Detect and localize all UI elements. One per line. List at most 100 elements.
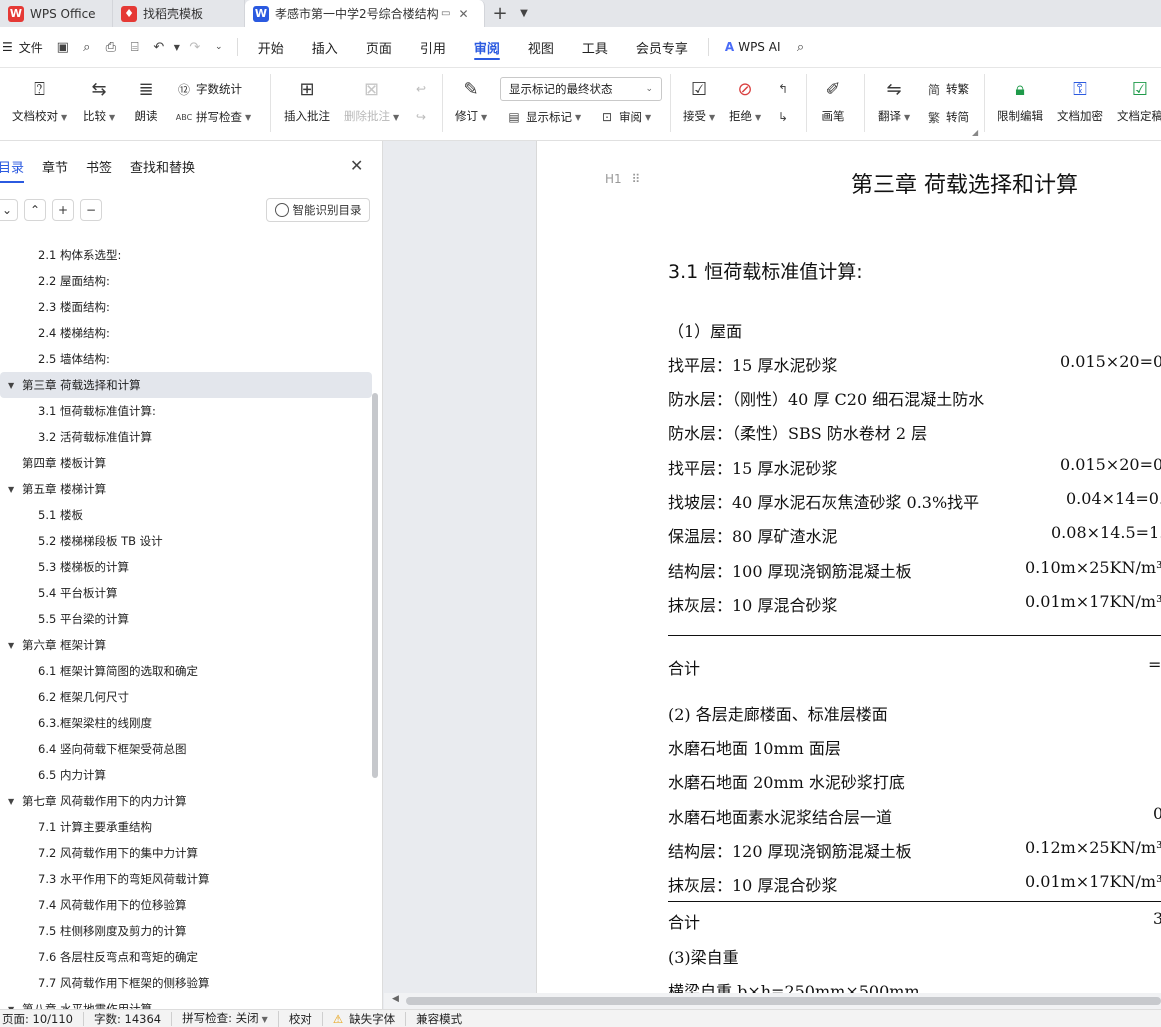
toc-item[interactable]: 第四章 楼板计算 (0, 450, 372, 476)
toc-item[interactable]: ▼ 第三章 荷载选择和计算 (0, 372, 372, 398)
menu-tab-review[interactable]: 审阅 (460, 27, 514, 68)
toc-item[interactable]: ▼ 第五章 楼梯计算 (0, 476, 372, 502)
toc-item[interactable]: ▼ 第八章 水平地震作用计算 (0, 996, 372, 1009)
toc-item[interactable]: 5.1 楼板 (0, 502, 372, 528)
menu-tab-page[interactable]: 页面 (352, 27, 406, 68)
toc-item[interactable]: 2.3 楼面结构: (0, 294, 372, 320)
expand-toggle-icon[interactable]: ▼ (8, 485, 14, 494)
toc-item[interactable]: 2.2 屋面结构: (0, 268, 372, 294)
toc-item[interactable]: 6.3.框架梁柱的线刚度 (0, 710, 372, 736)
toc-item[interactable]: 7.1 计算主要承重结构 (0, 814, 372, 840)
menu-tab-tools[interactable]: 工具 (568, 27, 622, 68)
horizontal-scrollbar[interactable]: ◀ (384, 993, 1161, 1009)
word-count-button[interactable]: ⑫ 字数统计 (175, 80, 242, 98)
encrypt-button[interactable]: ⚿ 文档加密 (1057, 76, 1103, 124)
spell-check-status[interactable]: 拼写检查: 关闭 ▼ (172, 1010, 279, 1027)
toc-item[interactable]: 7.4 风荷载作用下的位移验算 (0, 892, 372, 918)
new-tab-button[interactable]: + (485, 0, 515, 27)
insert-comment-button[interactable]: ⊞ 插入批注 (284, 76, 330, 124)
menu-tab-view[interactable]: 视图 (514, 27, 568, 68)
pen-button[interactable]: ✐ 画笔 (821, 76, 845, 124)
read-aloud-button[interactable]: ≣ 朗读 (134, 76, 158, 124)
nav-tab-chapters[interactable]: 章节 (42, 157, 68, 176)
toc-item[interactable]: 3.2 活荷载标准值计算 (0, 424, 372, 450)
redo-icon[interactable]: ↷ (183, 35, 207, 59)
expand-toggle-icon[interactable]: ▼ (8, 381, 14, 390)
reject-button[interactable]: ⊘ 拒绝 ▼ (729, 76, 761, 124)
print-preview-icon[interactable]: ⌸ (123, 35, 147, 59)
toc-item[interactable]: 2.5 墙体结构: (0, 346, 372, 372)
menu-tab-insert[interactable]: 插入 (298, 27, 352, 68)
toc-item[interactable]: 5.5 平台梁的计算 (0, 606, 372, 632)
toc-item[interactable]: 2.1 构体系选型: (0, 242, 372, 268)
prev-change-icon[interactable]: ↰ (774, 80, 795, 98)
finalize-button[interactable]: ☑ 文档定稿 (1117, 76, 1161, 124)
save-icon[interactable]: ▣ (51, 35, 75, 59)
toc-item[interactable]: 2.4 楼梯结构: (0, 320, 372, 346)
to-traditional-button[interactable]: 简转繁 (925, 80, 969, 98)
toc-item[interactable]: 7.6 各层柱反弯点和弯矩的确定 (0, 944, 372, 970)
word-count-status[interactable]: 字数: 14364 (84, 1011, 173, 1026)
close-tab-icon[interactable]: ✕ (458, 7, 468, 21)
to-simplified-button[interactable]: 繁转简 (925, 108, 969, 126)
expand-toggle-icon[interactable]: ▼ (8, 641, 14, 650)
undo-icon[interactable]: ↶ (147, 35, 171, 59)
ribbon-expand-icon[interactable]: ◢ (972, 128, 978, 137)
proofread-status[interactable]: 校对 (279, 1011, 323, 1026)
tab-document[interactable]: W 孝感市第一中学2号综合楼结构 ▭ ✕ (245, 0, 485, 27)
toc-item[interactable]: 7.3 水平作用下的弯矩风荷载计算 (0, 866, 372, 892)
undo-dropdown-icon[interactable]: ▼ (171, 35, 183, 59)
smart-toc-button[interactable]: 智能识别目录 (266, 198, 370, 222)
compare-button[interactable]: ⇆ 比较 ▼ (83, 76, 115, 124)
nav-tab-bookmarks[interactable]: 书签 (86, 157, 112, 176)
next-change-icon[interactable]: ↳ (774, 108, 795, 126)
toc-item[interactable]: 5.2 楼梯梯段板 TB 设计 (0, 528, 372, 554)
expand-toggle-icon[interactable]: ▼ (8, 797, 14, 806)
collapse-down-button[interactable]: ⌄ (0, 199, 18, 221)
tab-docer-templates[interactable]: ♦ 找稻壳模板 (113, 0, 245, 27)
wps-ai-button[interactable]: A WPS AI (725, 40, 781, 54)
menu-tab-member[interactable]: 会员专享 (622, 27, 702, 68)
toc-item[interactable]: 3.1 恒荷载标准值计算: (0, 398, 372, 424)
drag-handle-icon[interactable]: ⠿ (632, 172, 641, 186)
review-pane-button[interactable]: ⊡ 审阅 ▼ (598, 108, 651, 126)
print-icon[interactable]: ⎙ (99, 35, 123, 59)
nav-scrollbar[interactable] (372, 393, 378, 778)
collapse-level-button[interactable]: − (80, 199, 102, 221)
translate-button[interactable]: ⇋ 翻译 ▼ (878, 76, 910, 124)
more-dropdown-icon[interactable]: ⌄ (207, 35, 231, 59)
toc-item[interactable]: 6.4 竖向荷载下框架受荷总图 (0, 736, 372, 762)
toc-item[interactable]: 7.7 风荷载作用下框架的侧移验算 (0, 970, 372, 996)
toc-item[interactable]: ▼ 第六章 框架计算 (0, 632, 372, 658)
expand-level-button[interactable]: + (52, 199, 74, 221)
markup-state-select[interactable]: 显示标记的最终状态 ⌄ (500, 77, 662, 101)
page-indicator[interactable]: 页面: 10/110 (0, 1011, 84, 1026)
show-markup-button[interactable]: ▤ 显示标记 ▼ (505, 108, 581, 126)
restrict-edit-button[interactable]: 🔒︎ 限制编辑 (997, 76, 1043, 124)
toc-item[interactable]: ▼ 第七章 风荷载作用下的内力计算 (0, 788, 372, 814)
prev-comment-icon[interactable]: ↩ (412, 80, 433, 98)
tab-wps-office[interactable]: W WPS Office (0, 0, 113, 27)
delete-comment-button[interactable]: ⊠ 删除批注 ▼ (344, 76, 399, 124)
next-comment-icon[interactable]: ↪ (412, 108, 433, 126)
toc-item[interactable]: 6.2 框架几何尺寸 (0, 684, 372, 710)
toc-item[interactable]: 5.3 楼梯板的计算 (0, 554, 372, 580)
toc-item[interactable]: 6.5 内力计算 (0, 762, 372, 788)
nav-tab-toc[interactable]: 目录 (0, 157, 25, 183)
toc-item[interactable]: 7.2 风荷载作用下的集中力计算 (0, 840, 372, 866)
close-icon[interactable]: ✕ (350, 156, 363, 175)
toc-item[interactable]: 7.5 柱侧移刚度及剪力的计算 (0, 918, 372, 944)
scroll-thumb[interactable] (406, 997, 1161, 1005)
accept-button[interactable]: ☑ 接受 ▼ (683, 76, 715, 124)
doc-check-button[interactable]: ⍰ 文档校对 ▼ (12, 76, 67, 124)
scroll-left-icon[interactable]: ◀ (392, 994, 399, 1004)
nav-tab-find-replace[interactable]: 查找和替换 (130, 157, 195, 176)
menu-tab-reference[interactable]: 引用 (406, 27, 460, 68)
revise-button[interactable]: ✎ 修订 ▼ (455, 76, 487, 124)
heading-marker[interactable]: H1 ⠿ (605, 172, 640, 186)
toc-item[interactable]: 6.1 框架计算简图的选取和确定 (0, 658, 372, 684)
toc-item[interactable]: 5.4 平台板计算 (0, 580, 372, 606)
document-page[interactable]: H1 ⠿ 第三章 荷载选择和计算 3.1 恒荷载标准值计算: （1）屋面 找平层：… (536, 141, 1161, 993)
file-menu[interactable]: ☰ 文件 (0, 39, 51, 56)
collapse-up-button[interactable]: ⌃ (24, 199, 46, 221)
